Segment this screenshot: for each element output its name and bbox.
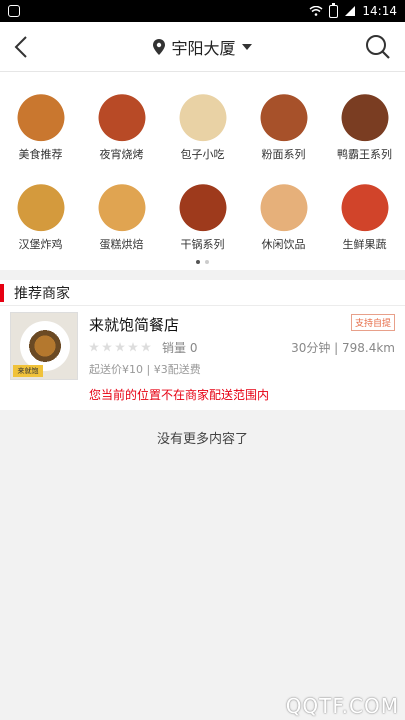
wifi-icon (309, 6, 323, 16)
delivery-fee: 起送价¥10 | ¥3配送费 (89, 363, 201, 376)
category-item[interactable]: 蛋糕烘焙 (81, 178, 162, 252)
status-time: 14:14 (362, 4, 397, 18)
location-text: 宇阳大厦 (171, 39, 236, 58)
location-pin-icon (153, 39, 166, 55)
dry-pot-icon (172, 178, 233, 232)
star-icon (89, 342, 99, 352)
burger-icon (10, 178, 71, 232)
rating-stars (89, 342, 151, 352)
recommended-section-header: 推荐商家 (0, 280, 405, 306)
category-label: 粉面系列 (261, 148, 306, 161)
page-dot-active (196, 260, 200, 264)
noodle-bowl-icon (253, 88, 314, 142)
category-item[interactable]: 生鲜果蔬 (324, 178, 405, 252)
merchant-card[interactable]: 来就饱 来就饱简餐店 支持自提 销量 0 30分钟 | 798.4km 起送价¥… (0, 306, 405, 410)
category-label: 生鲜果蔬 (342, 238, 387, 251)
location-selector[interactable]: 宇阳大厦 (0, 22, 405, 72)
section-title: 推荐商家 (14, 285, 70, 302)
category-label: 休闲饮品 (261, 238, 306, 251)
bbq-skewer-icon (91, 88, 152, 142)
category-item[interactable]: 美食推荐 (0, 88, 81, 162)
pickup-badge: 支持自提 (350, 314, 395, 331)
section-accent-bar (0, 283, 4, 302)
star-icon (141, 342, 151, 352)
category-label: 鸭霸王系列 (337, 148, 392, 161)
page-dot (205, 260, 209, 264)
category-item[interactable]: 汉堡炸鸡 (0, 178, 81, 252)
sales-count: 销量 0 (162, 341, 198, 355)
drinks-icon (253, 178, 314, 232)
category-item[interactable]: 包子小吃 (162, 88, 243, 162)
thumb-brand-label: 来就饱 (13, 365, 43, 377)
category-grid: 美食推荐 夜宵烧烤 包子小吃 粉面系列 鸭霸王系列 汉堡炸鸡 蛋糕烘焙 干锅系列… (0, 72, 405, 270)
braised-duck-icon (334, 88, 395, 142)
no-more-content: 没有更多内容了 (156, 432, 248, 447)
star-icon (102, 342, 112, 352)
fried-chicken-icon (10, 88, 71, 142)
watermark: QQTF.COM (285, 694, 399, 718)
top-nav-bar: 宇阳大厦 (0, 22, 405, 72)
page-indicator (0, 260, 405, 264)
signal-icon (345, 6, 356, 16)
delivery-time-distance: 30分钟 | 798.4km (291, 341, 395, 355)
category-label: 汉堡炸鸡 (18, 238, 63, 251)
shield-icon (8, 5, 20, 17)
category-item[interactable]: 鸭霸王系列 (324, 88, 405, 162)
category-label: 夜宵烧烤 (99, 148, 144, 161)
star-icon (115, 342, 125, 352)
category-item[interactable]: 干锅系列 (162, 178, 243, 252)
status-bar: 14:14 (0, 0, 405, 22)
food-plate-image (20, 321, 70, 371)
chevron-down-icon (241, 44, 252, 50)
category-label: 美食推荐 (18, 148, 63, 161)
category-label: 干锅系列 (180, 238, 225, 251)
search-icon[interactable] (365, 34, 391, 60)
steamed-bun-icon (172, 88, 233, 142)
category-label: 包子小吃 (180, 148, 225, 161)
merchant-thumbnail: 来就饱 (10, 312, 78, 380)
merchant-name: 来就饱简餐店 (89, 316, 180, 334)
star-icon (128, 342, 138, 352)
category-item[interactable]: 夜宵烧烤 (81, 88, 162, 162)
out-of-range-warning: 您当前的位置不在商家配送范围内 (89, 388, 270, 402)
fruit-basket-icon (334, 178, 395, 232)
pizza-icon (91, 178, 152, 232)
battery-icon (329, 2, 339, 18)
category-label: 蛋糕烘焙 (99, 238, 144, 251)
category-item[interactable]: 粉面系列 (243, 88, 324, 162)
category-item[interactable]: 休闲饮品 (243, 178, 324, 252)
